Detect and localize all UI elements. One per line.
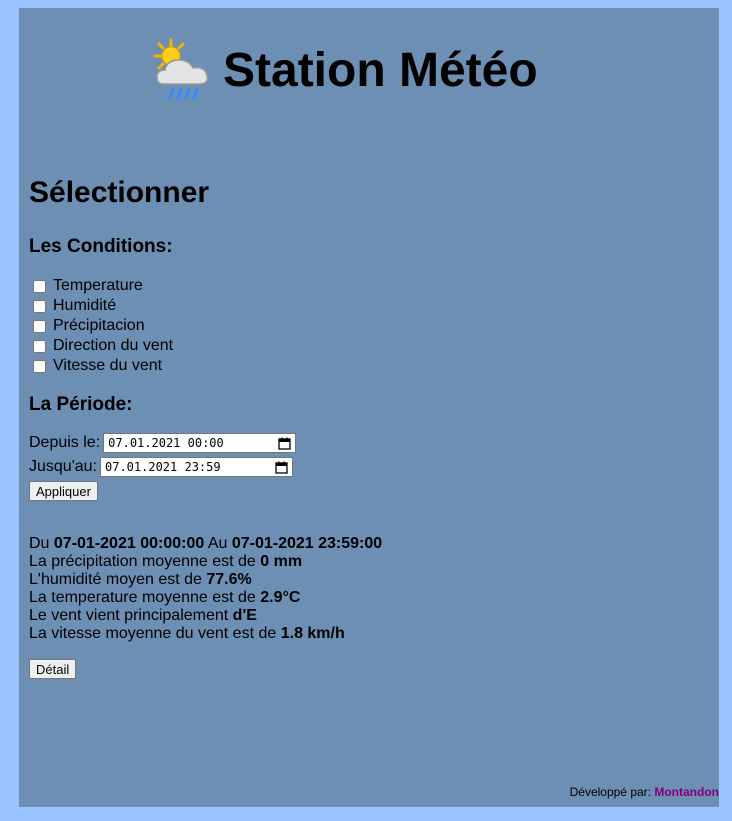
from-date-row: Depuis le: 07.01.2021 00:00: [29, 433, 297, 453]
precip-text: La précipitation moyenne est de: [29, 553, 261, 570]
wind-direction-line: Le vent vient principalement d'E: [29, 607, 382, 625]
temperature-line: La temperature moyenne est de 2.9°C: [29, 589, 382, 607]
precip-value: 0 mm: [260, 553, 303, 570]
condition-label: Humidité: [53, 297, 117, 314]
to-date-row: Jusqu'au: 07.01.2021 23:59: [29, 457, 293, 477]
wind-speed-value: 1.8 km/h: [280, 625, 345, 642]
temperature-checkbox[interactable]: [33, 279, 46, 293]
range-prefix: Du: [29, 535, 54, 552]
range-to: 07-01-2021 23:59:00: [231, 535, 383, 552]
results-summary: Du 07-01-2021 00:00:00 Au 07-01-2021 23:…: [29, 535, 382, 643]
select-heading: Sélectionner: [29, 176, 210, 209]
wind-dir-value: d'E: [232, 607, 257, 624]
wind-dir-text: Le vent vient principalement: [29, 607, 233, 624]
conditions-list: Temperature Humidité Précipitacion Direc…: [33, 276, 173, 376]
apply-button[interactable]: Appliquer: [29, 481, 98, 501]
to-datetime-value: 07.01.2021 23:59: [105, 460, 221, 474]
header: Station Météo: [149, 36, 538, 106]
conditions-heading: Les Conditions:: [29, 236, 173, 257]
humidity-checkbox[interactable]: [33, 299, 46, 313]
detail-button[interactable]: Détail: [29, 659, 77, 679]
condition-label: Temperature: [53, 277, 143, 294]
from-datetime-value: 07.01.2021 00:00: [108, 436, 224, 450]
condition-label: Vitesse du vent: [53, 357, 163, 374]
wind-speed-checkbox[interactable]: [33, 359, 46, 373]
condition-humidity: Humidité: [33, 296, 173, 316]
period-heading: La Période:: [29, 394, 133, 415]
from-date-label: Depuis le:: [29, 434, 101, 451]
author-link[interactable]: Montandon: [654, 785, 719, 799]
footer: Développé par: Montandon: [570, 785, 719, 799]
condition-wind-speed: Vitesse du vent: [33, 356, 173, 376]
temp-value: 2.9°C: [260, 589, 301, 606]
condition-label: Précipitacion: [53, 317, 145, 334]
page-title: Station Météo: [223, 44, 538, 97]
to-date-label: Jusqu'au:: [29, 458, 97, 475]
condition-label: Direction du vent: [53, 337, 174, 354]
range-mid: Au: [204, 535, 232, 552]
condition-temperature: Temperature: [33, 276, 173, 296]
condition-precipitation: Précipitacion: [33, 316, 173, 336]
range-line: Du 07-01-2021 00:00:00 Au 07-01-2021 23:…: [29, 535, 382, 553]
calendar-icon[interactable]: [275, 461, 288, 474]
from-datetime-input[interactable]: 07.01.2021 00:00: [103, 433, 297, 453]
humidity-line: L'humidité moyen est de 77.6%: [29, 571, 382, 589]
to-datetime-input[interactable]: 07.01.2021 23:59: [100, 457, 293, 477]
range-from: 07-01-2021 00:00:00: [53, 535, 205, 552]
main-panel: Station Météo Sélectionner Les Condition…: [19, 8, 719, 807]
precipitation-line: La précipitation moyenne est de 0 mm: [29, 553, 382, 571]
sun-cloud-rain-icon: [153, 38, 209, 100]
precipitation-checkbox[interactable]: [33, 319, 46, 333]
wind-direction-checkbox[interactable]: [33, 339, 46, 353]
condition-wind-direction: Direction du vent: [33, 336, 173, 356]
calendar-icon[interactable]: [278, 437, 291, 450]
humidity-text: L'humidité moyen est de: [29, 571, 207, 588]
humidity-value: 77.6%: [206, 571, 252, 588]
wind-speed-text: La vitesse moyenne du vent est de: [29, 625, 281, 642]
wind-speed-line: La vitesse moyenne du vent est de 1.8 km…: [29, 625, 382, 643]
temp-text: La temperature moyenne est de: [29, 589, 261, 606]
footer-text: Développé par:: [569, 785, 655, 799]
